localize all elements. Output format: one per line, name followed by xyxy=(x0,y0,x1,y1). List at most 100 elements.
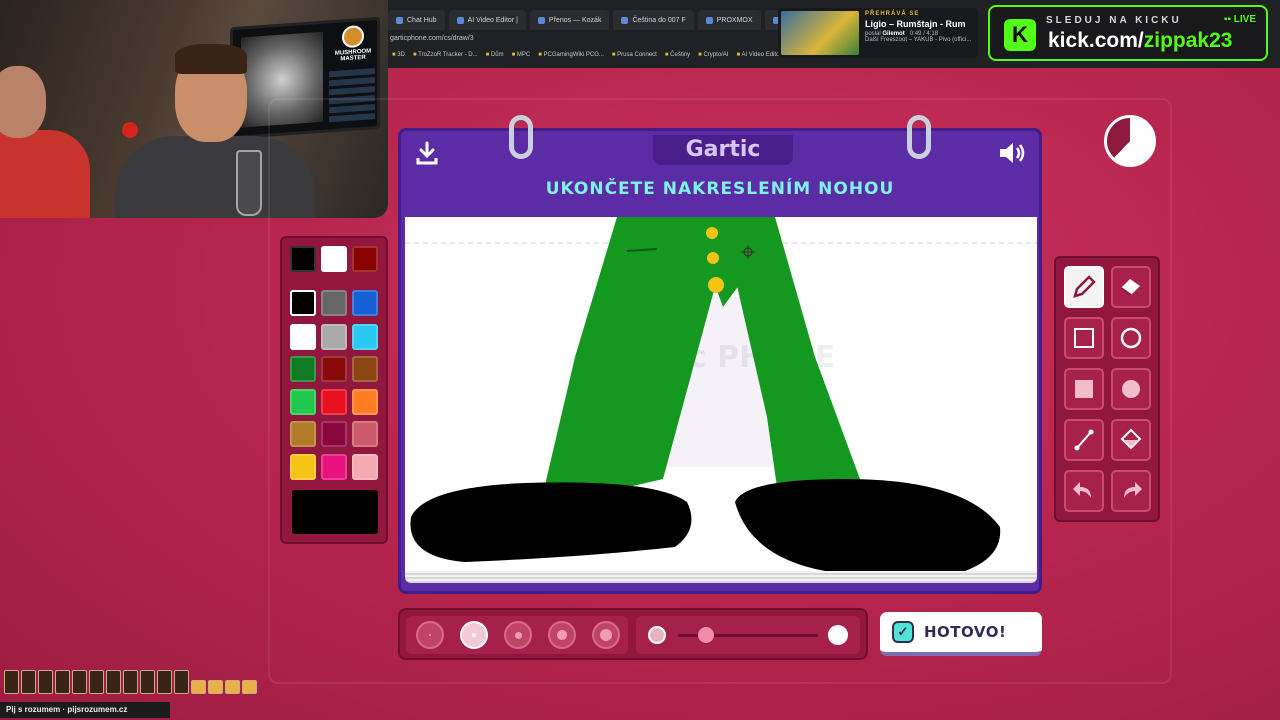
done-button-label: HOTOVO! xyxy=(924,623,1007,641)
color-swatch[interactable] xyxy=(321,246,347,272)
color-palette xyxy=(280,236,388,544)
redo-icon xyxy=(1124,482,1142,498)
beer-glass-icon xyxy=(72,670,87,694)
color-swatch[interactable] xyxy=(352,324,378,350)
browser-tab[interactable]: AI Video Editor | xyxy=(448,10,526,30)
tab-favicon-icon xyxy=(621,16,629,24)
color-swatch[interactable] xyxy=(352,454,378,480)
color-swatch[interactable] xyxy=(321,290,347,316)
circle-outline-tool-button[interactable] xyxy=(1111,317,1151,359)
address-bar[interactable]: garticphone.com/cs/draw/3 xyxy=(388,35,474,42)
bookmark-item[interactable]: MPC xyxy=(512,52,530,58)
browser-tab[interactable]: PROXMOX xyxy=(697,10,761,30)
brush-size-option[interactable] xyxy=(592,621,620,649)
right-shoe-drawing xyxy=(735,479,1001,571)
color-swatch[interactable] xyxy=(321,454,347,480)
beer-glass-icon xyxy=(89,670,104,694)
color-swatch[interactable] xyxy=(290,389,316,415)
color-swatch[interactable] xyxy=(321,356,347,382)
circle-filled-tool-button[interactable] xyxy=(1111,368,1151,410)
brush-size-option[interactable] xyxy=(504,621,532,649)
brush-size-option[interactable] xyxy=(548,621,576,649)
color-swatch[interactable] xyxy=(352,389,378,415)
beer-glass-icon xyxy=(38,670,53,694)
beer-glass-icon xyxy=(174,670,189,694)
microphone-icon xyxy=(122,122,138,138)
beer-glass-icon xyxy=(157,670,172,694)
color-swatch[interactable] xyxy=(321,324,347,350)
color-swatch[interactable] xyxy=(321,389,347,415)
color-swatch[interactable] xyxy=(290,290,316,316)
color-swatch[interactable] xyxy=(290,356,316,382)
bookmark-item[interactable]: Crypto/AI xyxy=(698,52,728,58)
eraser-tool-button[interactable] xyxy=(1111,266,1151,308)
mushroom-logo-icon xyxy=(342,24,364,49)
tab-favicon-icon xyxy=(537,16,545,24)
browser-tab[interactable]: Přenos — Kozák xyxy=(529,10,610,30)
opacity-slider[interactable] xyxy=(636,616,860,654)
color-swatch[interactable] xyxy=(352,356,378,382)
now-playing-widget: PŘEHRÁVÁ SE Ligio – Rumštajn - Rum posla… xyxy=(778,8,978,58)
beer-glass-icon xyxy=(55,670,70,694)
binder-ring-icon xyxy=(907,115,931,159)
sound-icon[interactable] xyxy=(997,139,1027,167)
color-swatch[interactable] xyxy=(352,421,378,447)
bookmark-item[interactable]: PCGamingWiki PCG... xyxy=(538,52,604,58)
brush-settings-bar xyxy=(398,608,868,660)
beer-glass-icon xyxy=(225,680,240,694)
color-swatch[interactable] xyxy=(352,290,378,316)
rect-outline-icon xyxy=(1074,328,1094,348)
gartic-logo: Gartic xyxy=(653,135,793,165)
pencil-tool-button[interactable] xyxy=(1064,266,1104,308)
color-swatch[interactable] xyxy=(290,454,316,480)
tab-favicon-icon xyxy=(396,16,403,24)
brush-size-selector xyxy=(406,616,628,654)
drawing-board: Gartic UKONČETE NAKRESLENÍM NOHOU Gartic… xyxy=(398,115,1042,594)
circle-outline-icon xyxy=(1120,327,1142,349)
beer-counter xyxy=(4,670,257,694)
done-button[interactable]: ✓ HOTOVO! xyxy=(880,612,1042,656)
eraser-icon xyxy=(1120,279,1140,296)
brush-size-option[interactable] xyxy=(460,621,488,649)
redo-tool-button[interactable] xyxy=(1111,470,1151,512)
beer-glass-icon xyxy=(191,680,206,694)
bookmark-item[interactable]: TroZzoR Tracker - D... xyxy=(413,52,477,58)
beer-glass-icon xyxy=(242,680,257,694)
drawing-canvas[interactable]: Gartic PHONE xyxy=(405,217,1037,571)
left-shoe-drawing xyxy=(410,482,692,562)
color-swatch[interactable] xyxy=(290,324,316,350)
line-icon xyxy=(1074,429,1094,451)
color-swatch[interactable] xyxy=(290,246,316,272)
bookmark-item[interactable]: 3D xyxy=(392,52,405,58)
browser-tab[interactable]: Chat Hub xyxy=(388,10,445,30)
undo-tool-button[interactable] xyxy=(1064,470,1104,512)
tab-favicon-icon xyxy=(705,16,713,24)
fill-bucket-tool-button[interactable] xyxy=(1111,419,1151,461)
opacity-knob[interactable] xyxy=(698,627,714,643)
now-playing-label: PŘEHRÁVÁ SE xyxy=(865,11,920,17)
download-icon[interactable] xyxy=(413,139,441,167)
timer-icon xyxy=(1104,115,1156,167)
brush-size-option[interactable] xyxy=(416,621,444,649)
bookmark-item[interactable]: AI Video Editor xyxy=(736,52,781,58)
color-swatch[interactable] xyxy=(352,246,378,272)
kick-follow-text: SLEDUJ NA KICKU xyxy=(1046,15,1182,26)
glass-icon xyxy=(236,150,262,216)
bookmark-item[interactable]: Češtiny xyxy=(665,52,690,58)
rect-filled-icon xyxy=(1075,380,1093,398)
browser-tab[interactable]: Čeština do 007 F xyxy=(613,10,694,30)
line-tool-button[interactable] xyxy=(1064,419,1104,461)
beer-glass-icon xyxy=(106,670,121,694)
kick-banner: K SLEDUJ NA KICKU ▪▪ LIVE kick.com/zippa… xyxy=(988,5,1268,61)
next-song: Další Freeszoot – YAKUB - Pivo (offici..… xyxy=(865,37,972,43)
notebook-pages xyxy=(405,571,1037,583)
rect-outline-tool-button[interactable] xyxy=(1064,317,1104,359)
rect-filled-tool-button[interactable] xyxy=(1064,368,1104,410)
bookmark-item[interactable]: Prusa Connect xyxy=(612,52,657,58)
color-swatch[interactable] xyxy=(321,421,347,447)
drawing-prompt: UKONČETE NAKRESLENÍM NOHOU xyxy=(545,179,895,199)
color-swatch[interactable] xyxy=(290,421,316,447)
bookmark-item[interactable]: Dům xyxy=(486,52,504,58)
binder-ring-icon xyxy=(509,115,533,159)
fill-bucket-icon xyxy=(1120,428,1142,450)
